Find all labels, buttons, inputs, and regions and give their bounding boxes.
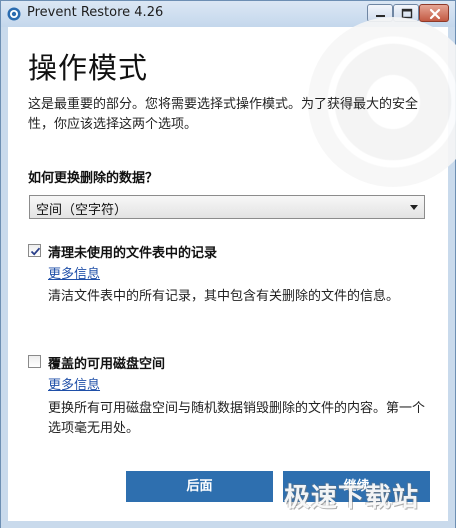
continue-button[interactable]: 继续 [283, 471, 430, 502]
window-title: Prevent Restore 4.26 [27, 5, 164, 20]
replace-method-dropdown[interactable]: 空间（空字符） [29, 195, 425, 219]
more-info-link-1[interactable]: 更多信息 [48, 263, 100, 282]
clean-file-table-description: 清洁文件表中的所有记录，其中包含有关删除的文件的信息。 [48, 289, 400, 304]
replace-data-question: 如何更换删除的数据？ [28, 171, 159, 186]
intro-text: 这是最重要的部分。您将需要选择式操作模式。为了获得最大的安全性，你应该选择这两个… [28, 97, 419, 132]
overwrite-free-space-label[interactable]: 覆盖的可用磁盘空间 [48, 353, 165, 372]
clean-file-table-checkbox[interactable] [28, 244, 41, 257]
clean-file-table-label[interactable]: 清理未使用的文件表中的记录 [48, 242, 217, 261]
chevron-down-icon [410, 205, 418, 210]
page-title: 操作模式 [28, 51, 149, 85]
overwrite-free-space-description: 更换所有可用磁盘空间与随机数据销毁删除的文件的内容。第一个选项毫无用处。 [48, 401, 426, 436]
more-info-link-2[interactable]: 更多信息 [48, 374, 100, 393]
window-bottom-border [1, 521, 455, 528]
checkmark-icon [30, 247, 41, 256]
close-icon [429, 8, 441, 20]
dropdown-selected-value: 空间（空字符） [36, 203, 128, 218]
app-window: Prevent Restore 4.26 操作模式 这是最重要的部分。您将需要选… [0, 0, 456, 528]
back-button[interactable]: 后面 [126, 471, 273, 502]
overwrite-free-space-checkbox[interactable] [28, 355, 41, 368]
close-button[interactable] [419, 4, 449, 22]
wizard-content: 操作模式 这是最重要的部分。您将需要选择式操作模式。为了获得最大的安全性，你应该… [8, 17, 456, 521]
app-icon [7, 7, 21, 21]
